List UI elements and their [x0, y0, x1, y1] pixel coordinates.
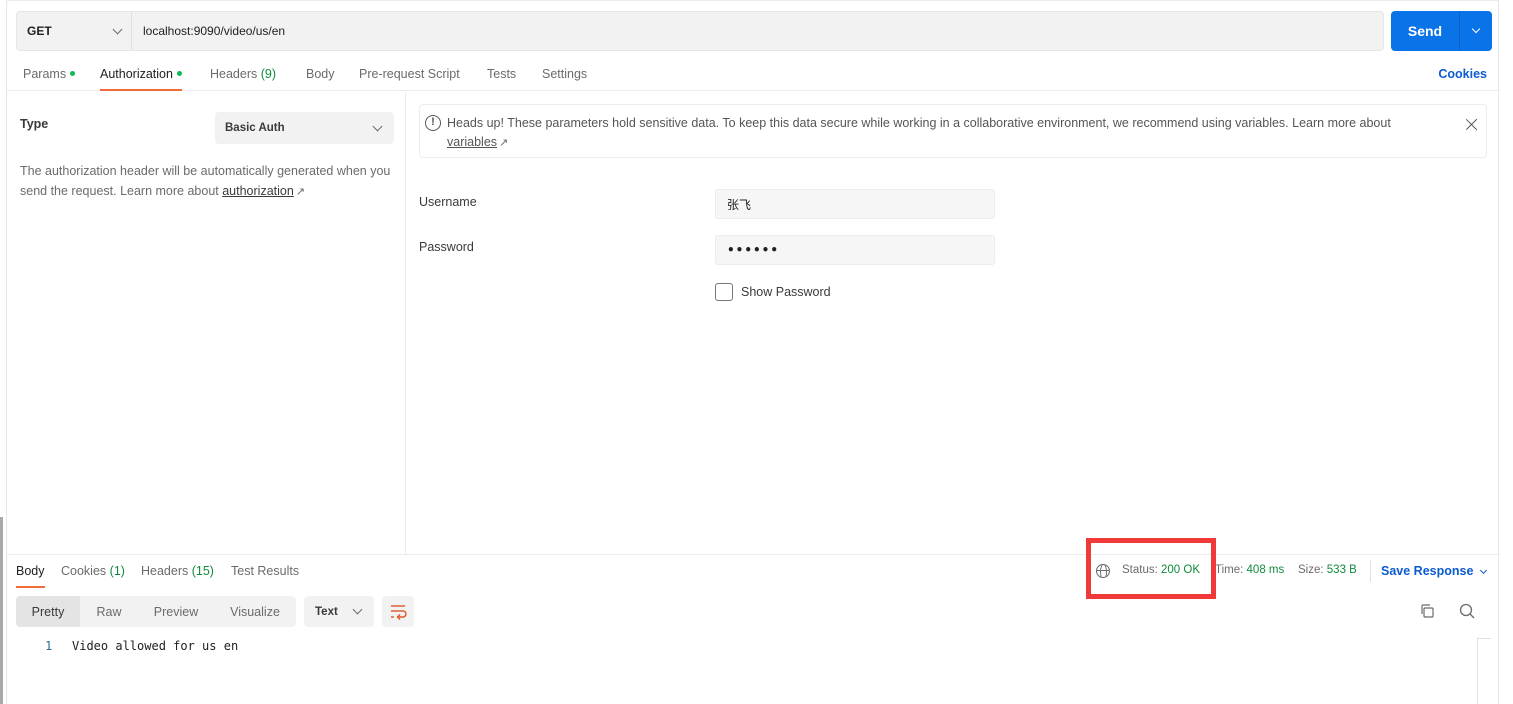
banner-text: Heads up! These parameters hold sensitiv…	[447, 114, 1437, 153]
wrap-lines-button[interactable]	[382, 596, 414, 627]
tab-params[interactable]: Params	[23, 67, 76, 91]
tab-pre-request-script[interactable]: Pre-request Script	[359, 67, 460, 91]
time-readout[interactable]: Time: 408 ms	[1215, 564, 1284, 576]
password-label: Password	[419, 240, 474, 254]
password-mask: ••••••	[727, 243, 780, 257]
status-dot-icon	[70, 71, 76, 76]
method-label: GET	[27, 24, 52, 38]
tab-label: Params	[23, 67, 67, 81]
method-select[interactable]: GET	[17, 12, 132, 50]
format-select[interactable]: Text	[304, 596, 374, 627]
time-label: Time:	[1215, 564, 1244, 576]
auth-description: The authorization header will be automat…	[20, 161, 395, 202]
view-mode-segmented: Pretty Raw Preview Visualize	[16, 596, 296, 627]
status-dot-icon	[176, 71, 182, 76]
auth-type-value: Basic Auth	[225, 122, 285, 134]
tab-count: (1)	[109, 564, 125, 578]
external-link-icon: ↗	[499, 137, 509, 149]
send-button[interactable]: Send	[1391, 11, 1459, 51]
wrap-lines-icon	[391, 605, 407, 620]
view-pretty[interactable]: Pretty	[16, 596, 80, 627]
tab-label: Headers	[141, 564, 189, 578]
save-response-label: Save Response	[1381, 564, 1474, 578]
authorization-link[interactable]: authorization	[222, 184, 294, 198]
sensitive-data-banner: ! Heads up! These parameters hold sensit…	[419, 104, 1487, 158]
time-value: 408 ms	[1246, 564, 1285, 576]
username-label: Username	[419, 195, 477, 209]
url-bar: GET	[16, 11, 1384, 51]
auth-type-select[interactable]: Basic Auth	[215, 112, 394, 144]
chevron-down-icon	[1471, 24, 1481, 34]
show-password-checkbox[interactable]	[715, 283, 733, 301]
send-options-button[interactable]	[1459, 11, 1492, 51]
tab-headers[interactable]: Headers (9)	[210, 67, 276, 91]
tab-settings[interactable]: Settings	[542, 67, 587, 91]
tab-label: Headers	[210, 67, 258, 81]
format-value: Text	[315, 605, 338, 618]
tab-count: (9)	[260, 67, 277, 81]
tab-label: Cookies	[61, 564, 107, 578]
response-tab-headers[interactable]: Headers (15)	[141, 564, 214, 588]
info-icon: !	[425, 115, 441, 131]
view-raw[interactable]: Raw	[80, 596, 138, 627]
response-tab-test-results[interactable]: Test Results	[231, 564, 299, 588]
response-panel: Body Cookies (1) Headers (15) Test Resul…	[7, 554, 1500, 704]
view-preview[interactable]: Preview	[138, 596, 214, 627]
close-icon[interactable]	[1464, 116, 1480, 132]
chevron-down-icon	[112, 24, 123, 34]
status-highlight-annotation	[1086, 538, 1216, 599]
size-label: Size:	[1298, 564, 1324, 576]
chevron-down-icon	[1480, 566, 1488, 575]
line-number: 1	[45, 639, 53, 653]
response-tab-body[interactable]: Body	[16, 564, 45, 588]
size-value: 533 B	[1326, 564, 1357, 576]
line-content: Video allowed for us en	[72, 639, 239, 653]
size-readout[interactable]: Size: 533 B	[1298, 564, 1357, 576]
banner-message: Heads up! These parameters hold sensitiv…	[447, 116, 1391, 130]
url-input[interactable]	[132, 12, 1383, 50]
view-visualize[interactable]: Visualize	[214, 596, 296, 627]
tab-body[interactable]: Body	[306, 67, 335, 91]
request-tabs: Params Authorization Headers (9) Body Pr…	[7, 61, 1500, 91]
window-edge	[0, 517, 3, 704]
request-panel: GET Send Params Authorization Headers (9…	[6, 0, 1500, 704]
divider	[1370, 560, 1371, 582]
chevron-down-icon	[352, 604, 363, 615]
auth-description-text: The authorization header will be automat…	[20, 164, 391, 198]
cookies-link[interactable]: Cookies	[1438, 67, 1487, 81]
type-label: Type	[20, 117, 49, 131]
editor-scrollbar[interactable]	[1477, 638, 1491, 704]
auth-type-pane: Type Basic Auth The authorization header…	[7, 92, 406, 554]
tab-count: (15)	[191, 564, 214, 578]
auth-details-pane: ! Heads up! These parameters hold sensit…	[407, 92, 1500, 554]
tab-tests[interactable]: Tests	[487, 67, 516, 91]
tab-label: Authorization	[100, 67, 173, 81]
search-icon[interactable]	[1459, 603, 1475, 619]
save-response-button[interactable]: Save Response	[1381, 564, 1488, 578]
variables-link[interactable]: variables	[447, 135, 497, 149]
send-button-group: Send	[1391, 11, 1492, 51]
copy-icon[interactable]	[1420, 604, 1434, 618]
response-body-editor[interactable]: 1 Video allowed for us en	[7, 639, 1477, 704]
username-field[interactable]: 张飞	[715, 189, 995, 219]
password-field[interactable]: ••••••	[715, 235, 995, 265]
tab-authorization[interactable]: Authorization	[100, 67, 182, 91]
response-tab-cookies[interactable]: Cookies (1)	[61, 564, 125, 588]
chevron-down-icon	[372, 121, 383, 131]
show-password-label[interactable]: Show Password	[741, 285, 831, 299]
external-link-icon: ↗	[295, 186, 306, 198]
